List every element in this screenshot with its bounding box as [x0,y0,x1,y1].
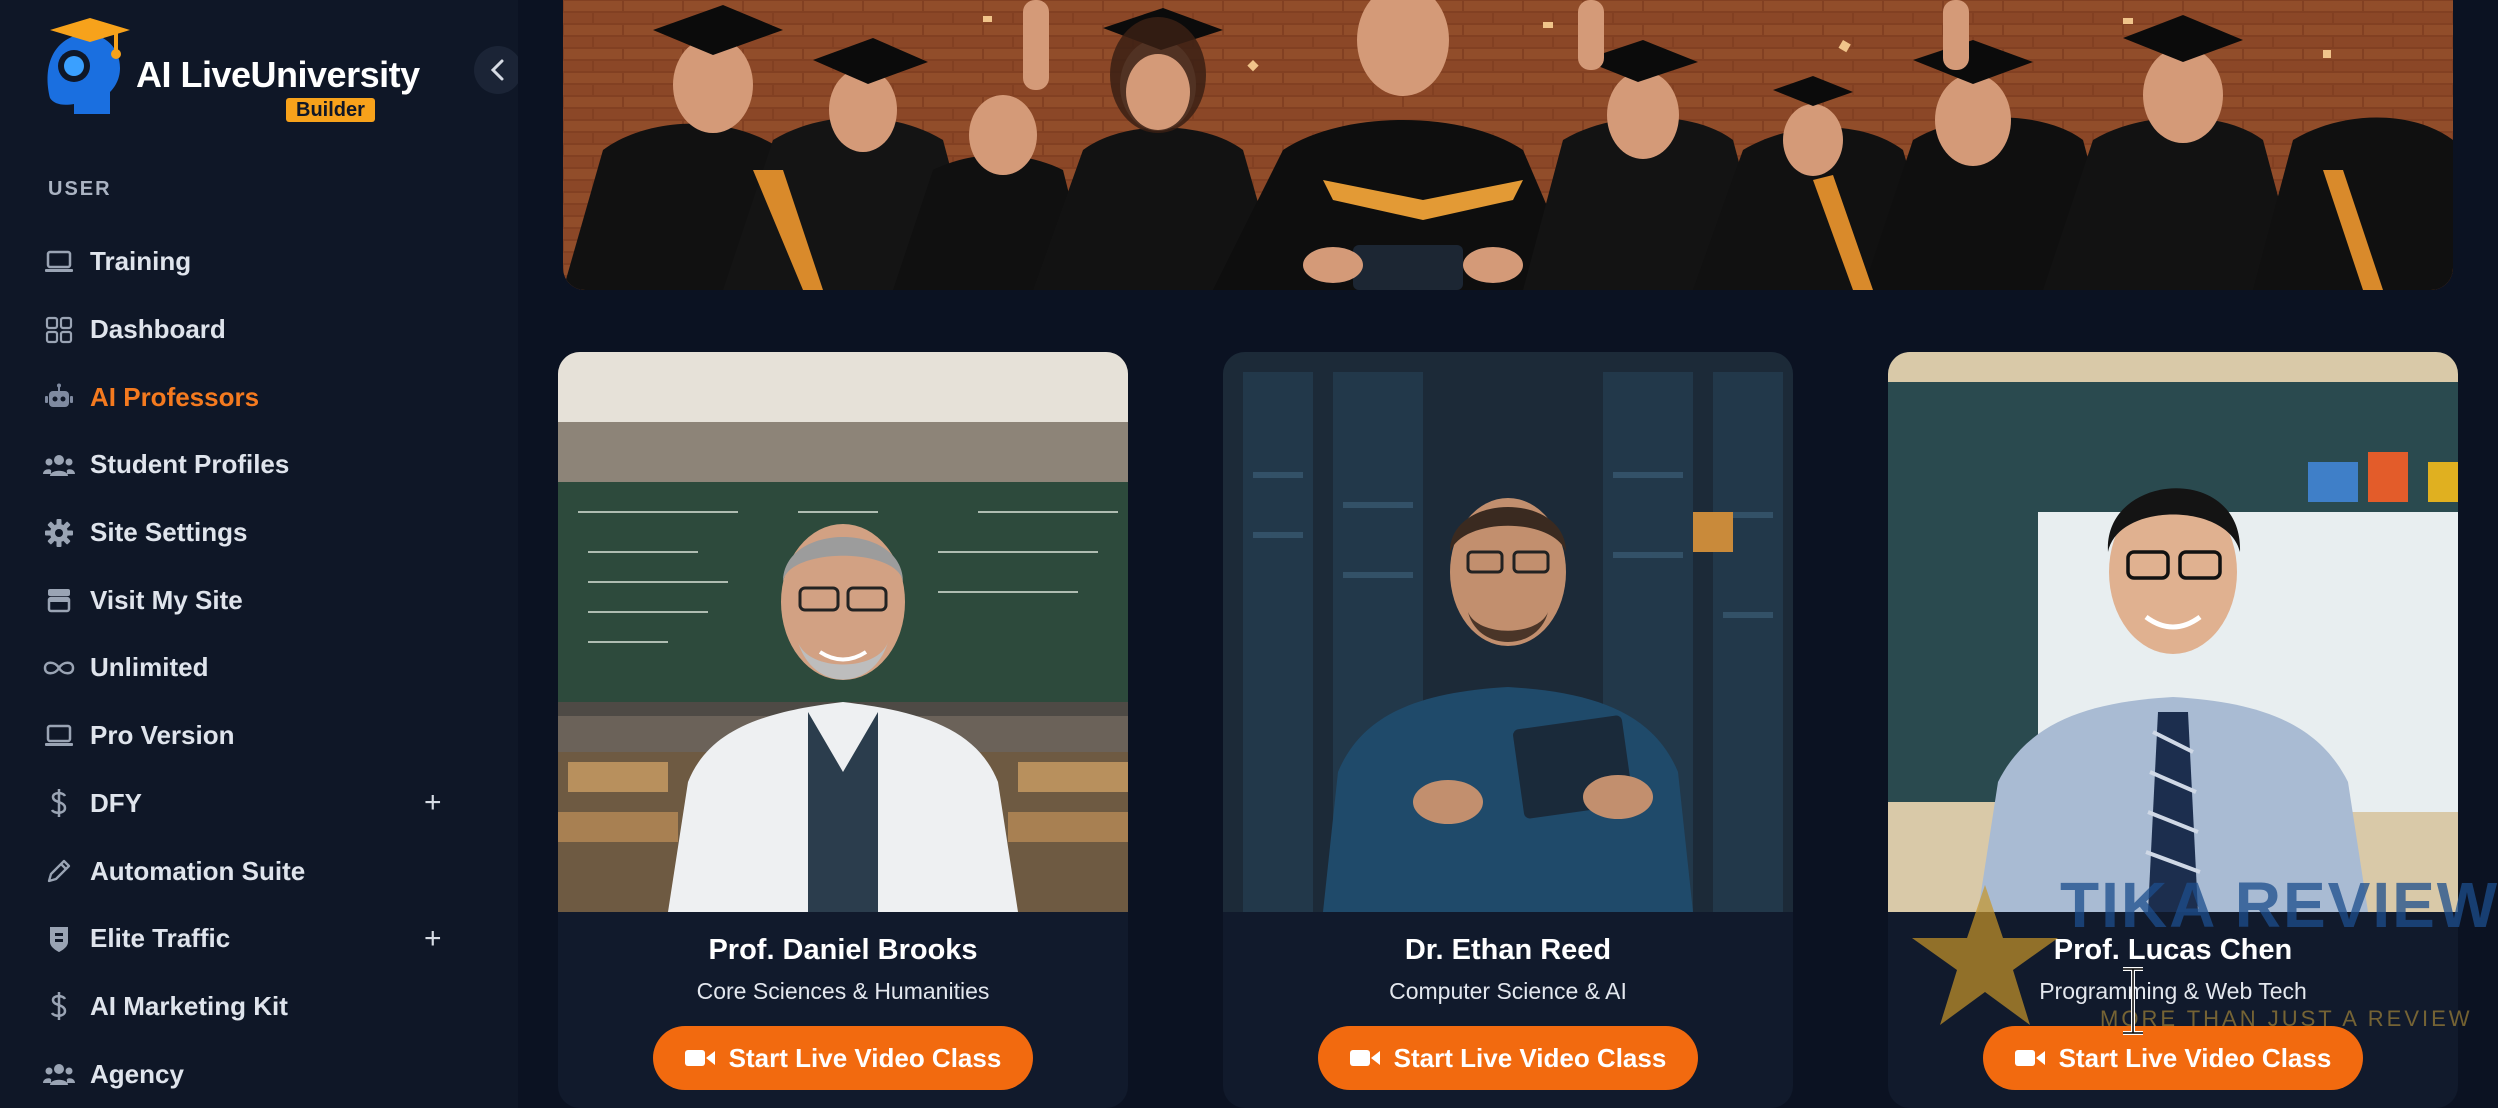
professor-photo [558,352,1128,912]
main-content: Prof. Daniel Brooks Core Sciences & Huma… [518,0,2498,1108]
pencil-icon [42,854,76,888]
sidebar-item-label: Pro Version [90,720,235,751]
hero-banner-image [563,0,2453,290]
professor-name: Prof. Lucas Chen [2053,934,2293,966]
sidebar-item-elite-traffic[interactable]: Elite Traffic + [0,905,518,973]
start-live-video-class-button[interactable]: Start Live Video Class [1983,1026,2363,1090]
users-icon [42,1057,76,1091]
brand-name: AI LiveUniversity [136,54,420,95]
sidebar-item-dashboard[interactable]: Dashboard [0,296,518,364]
professor-name: Prof. Daniel Brooks [708,934,978,966]
sidebar-nav: Training Dashboard AI Professors Student… [0,228,518,1108]
sidebar-item-label: Dashboard [90,314,226,345]
sidebar-item-dfy[interactable]: DFY + [0,770,518,838]
professor-card-ethan-reed: Dr. Ethan Reed Computer Science & AI Sta… [1223,352,1793,1108]
sidebar-item-label: AI Marketing Kit [90,990,288,1021]
laptop-icon [42,719,76,753]
laptop-icon [42,245,76,279]
gear-icon [42,516,76,550]
shield-icon [42,922,76,956]
sidebar-item-agency[interactable]: Agency [0,1040,518,1108]
sidebar-item-visit-my-site[interactable]: Visit My Site [0,566,518,634]
logo-head-icon [47,18,130,115]
professor-photo [1223,352,1793,912]
professor-cards: Prof. Daniel Brooks Core Sciences & Huma… [558,352,2458,1108]
expand-plus-icon[interactable]: + [424,922,442,956]
grid-icon [42,313,76,347]
users-icon [42,448,76,482]
sidebar-item-label: Unlimited [90,652,209,683]
professor-card-daniel-brooks: Prof. Daniel Brooks Core Sciences & Huma… [558,352,1128,1108]
button-label: Start Live Video Class [728,1042,1002,1073]
brand-logo[interactable]: AI LiveUniversity Builder [40,14,420,124]
professor-photo [1888,352,2458,912]
sidebar-item-ai-marketing-kit[interactable]: AI Marketing Kit [0,973,518,1041]
collapse-sidebar-button[interactable] [474,46,522,94]
video-camera-icon [1349,1048,1380,1068]
sidebar-item-site-settings[interactable]: Site Settings [0,499,518,567]
sidebar-item-label: Agency [90,1058,184,1089]
text-cursor-icon [2123,967,2143,1035]
sidebar-item-student-profiles[interactable]: Student Profiles [0,431,518,499]
sidebar-item-label: Site Settings [90,517,248,548]
professor-subject: Core Sciences & Humanities [696,978,990,1004]
sidebar-item-label: DFY [90,787,142,818]
dollar-icon [42,989,76,1023]
sidebar-item-automation-suite[interactable]: Automation Suite [0,837,518,905]
store-icon [42,583,76,617]
sidebar-item-training[interactable]: Training [0,228,518,296]
brand-sub: Builder [286,98,375,122]
sidebar-item-label: Visit My Site [90,584,243,615]
professor-subject: Programming & Web Tech [2039,978,2307,1004]
robot-icon [42,380,76,414]
sidebar-item-label: Automation Suite [90,855,306,886]
professor-subject: Computer Science & AI [1389,978,1627,1004]
video-camera-icon [684,1048,715,1068]
sidebar-item-label: Training [90,246,192,277]
button-label: Start Live Video Class [1393,1042,1667,1073]
start-live-video-class-button[interactable]: Start Live Video Class [1318,1026,1698,1090]
sidebar-item-label: Student Profiles [90,449,290,480]
professor-card-lucas-chen: Prof. Lucas Chen Programming & Web Tech … [1888,352,2458,1108]
dollar-icon [42,786,76,820]
sidebar-item-pro-version[interactable]: Pro Version [0,702,518,770]
button-label: Start Live Video Class [2058,1042,2332,1073]
sidebar-item-unlimited[interactable]: Unlimited [0,634,518,702]
sidebar-item-label: Elite Traffic [90,923,231,954]
section-label-user: USER [48,178,112,200]
video-camera-icon [2014,1048,2045,1068]
chevron-left-icon [490,59,504,81]
start-live-video-class-button[interactable]: Start Live Video Class [653,1026,1033,1090]
professor-name: Dr. Ethan Reed [1404,934,1612,966]
sidebar-item-label: AI Professors [90,381,260,412]
infinity-icon [42,651,76,685]
sidebar-item-ai-professors[interactable]: AI Professors [0,363,518,431]
sidebar: AI LiveUniversity Builder USER Training … [0,0,522,1108]
expand-plus-icon[interactable]: + [424,786,442,820]
